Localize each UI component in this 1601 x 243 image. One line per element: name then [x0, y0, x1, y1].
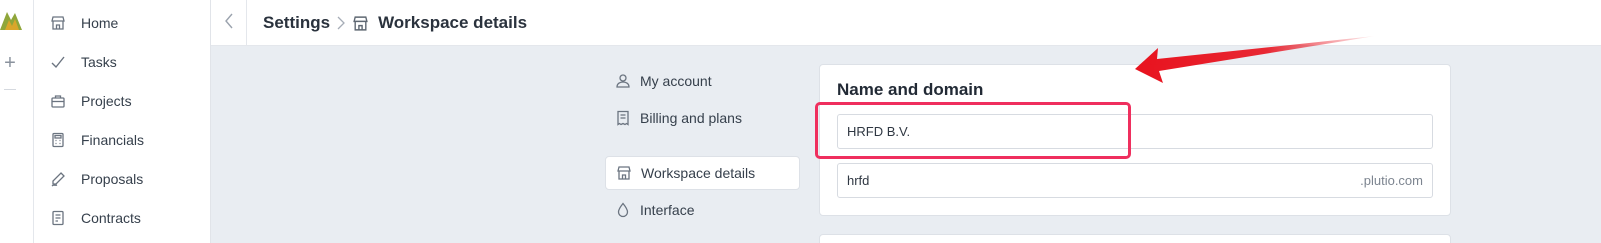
settings-nav-label: My account	[640, 73, 712, 89]
settings-nav-label: Workspace details	[641, 165, 756, 181]
icon-rail: +	[0, 0, 34, 243]
sidebar-item-label: Home	[81, 15, 119, 31]
breadcrumb-settings-link[interactable]: Settings	[263, 13, 330, 33]
receipt-icon	[613, 108, 633, 128]
contract-icon	[48, 208, 68, 228]
store-icon	[614, 163, 634, 183]
sidebar-item-projects[interactable]: Projects	[48, 86, 132, 116]
settings-nav-interface[interactable]: Interface	[605, 193, 800, 227]
domain-suffix: .plutio.com	[1360, 173, 1423, 188]
sidebar-item-label: Contracts	[81, 210, 141, 226]
highlight-box	[815, 102, 1131, 159]
drop-icon	[613, 200, 633, 220]
collapse-sidebar-button[interactable]	[221, 12, 237, 34]
sidebar-item-tasks[interactable]: Tasks	[48, 47, 117, 77]
page-title: Workspace details	[378, 13, 528, 32]
workspace-logo-icon[interactable]	[0, 8, 22, 34]
settings-nav-label: Interface	[640, 202, 695, 218]
breadcrumb: Settings Workspace details	[263, 11, 527, 35]
sidebar-item-proposals[interactable]: Proposals	[48, 164, 143, 194]
top-bar: Settings Workspace details	[211, 0, 1601, 46]
home-icon	[48, 13, 68, 33]
add-workspace-icon[interactable]: +	[1, 53, 19, 73]
settings-nav-label: Billing and plans	[640, 110, 742, 126]
settings-nav-my-account[interactable]: My account	[605, 64, 800, 98]
store-icon	[352, 15, 369, 32]
sidebar-item-financials[interactable]: Financials	[48, 125, 144, 155]
sidebar-item-label: Tasks	[81, 54, 117, 70]
top-bar-divider	[246, 0, 247, 46]
rail-divider	[4, 89, 16, 90]
section-title: Name and domain	[837, 80, 984, 99]
check-icon	[48, 52, 68, 72]
calculator-icon	[48, 130, 68, 150]
sidebar-item-home[interactable]: Home	[48, 8, 118, 38]
pen-icon	[48, 169, 68, 189]
settings-nav-workspace-details[interactable]: Workspace details	[605, 156, 800, 190]
user-icon	[613, 71, 633, 91]
chevron-left-icon	[224, 13, 234, 34]
sidebar-item-contracts[interactable]: Contracts	[48, 203, 141, 233]
next-section-card	[819, 234, 1451, 243]
sidebar: Home Tasks Projects Financials Proposals…	[34, 0, 211, 243]
sidebar-item-label: Proposals	[81, 171, 144, 187]
domain-value: hrfd	[847, 173, 870, 188]
settings-nav-billing[interactable]: Billing and plans	[605, 101, 800, 135]
pointer-arrow-icon	[1135, 36, 1375, 83]
domain-field[interactable]: hrfd .plutio.com	[837, 163, 1433, 198]
chevron-right-icon	[337, 16, 345, 30]
sidebar-item-label: Financials	[81, 132, 145, 148]
sidebar-item-label: Projects	[81, 93, 132, 109]
briefcase-icon	[48, 91, 68, 111]
